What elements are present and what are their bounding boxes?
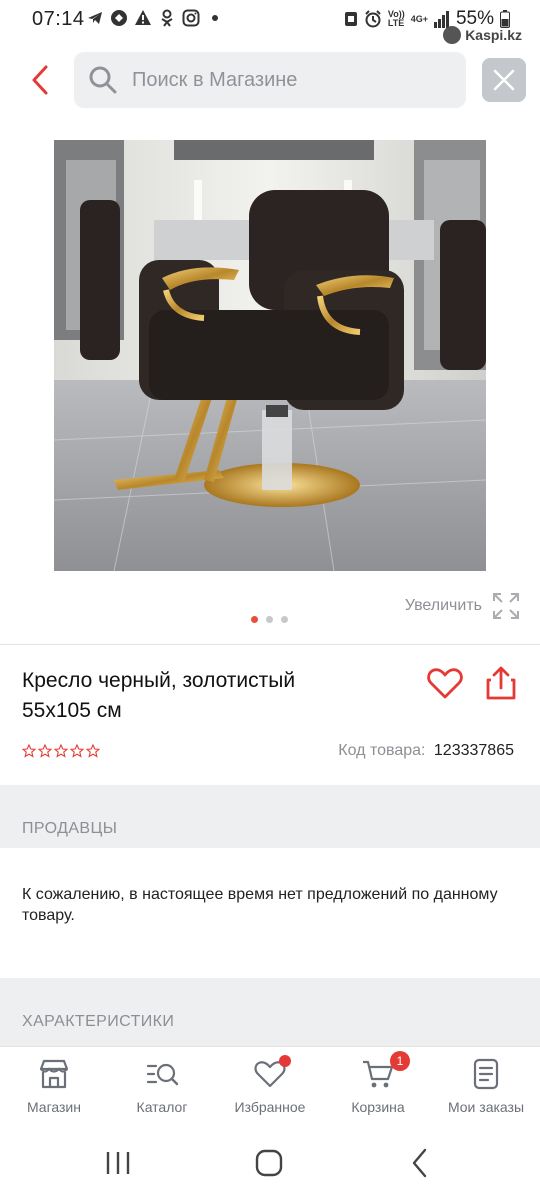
product-code-label: Код товара: bbox=[338, 742, 426, 759]
back-arrow-icon bbox=[32, 65, 48, 95]
star-empty-icon bbox=[86, 744, 100, 758]
pagination-dot[interactable] bbox=[281, 616, 288, 623]
specs-title: ХАРАКТЕРИСТИКИ bbox=[22, 1013, 175, 1030]
star-empty-icon bbox=[38, 744, 52, 758]
close-button[interactable] bbox=[482, 58, 526, 102]
rating-stars[interactable] bbox=[22, 744, 100, 758]
nfc-icon bbox=[344, 12, 357, 26]
cart-badge: 1 bbox=[390, 1051, 410, 1071]
divider bbox=[0, 644, 540, 645]
product-code-value: 123337865 bbox=[433, 742, 514, 759]
no-offers-message: К сожалению, в настоящее время нет предл… bbox=[22, 886, 498, 924]
recent-apps-button[interactable] bbox=[98, 1146, 138, 1180]
search-placeholder: Поиск в Магазине bbox=[132, 68, 298, 91]
add-to-favorites-button[interactable] bbox=[426, 664, 464, 702]
gallery-pagination bbox=[251, 616, 288, 623]
network-label: 4G+ bbox=[410, 14, 428, 24]
nav-item-orders[interactable]: Мои заказы bbox=[432, 1047, 540, 1126]
product-code: Код товара: 123337865 bbox=[338, 742, 514, 760]
pagination-dot-active[interactable] bbox=[251, 616, 258, 623]
product-image[interactable] bbox=[54, 140, 486, 571]
expand-icon bbox=[493, 593, 519, 619]
instagram-icon bbox=[182, 9, 200, 27]
close-icon bbox=[493, 69, 515, 91]
nav-label-catalog: Каталог bbox=[136, 1099, 188, 1115]
nav-label-cart: Корзина bbox=[351, 1099, 405, 1115]
home-icon bbox=[255, 1149, 283, 1177]
nav-item-catalog[interactable]: Каталог bbox=[108, 1047, 216, 1126]
odnoklassniki-icon bbox=[161, 9, 173, 27]
system-navigation-bar bbox=[0, 1126, 540, 1200]
nav-label-orders: Мои заказы bbox=[447, 1099, 525, 1115]
star-empty-icon bbox=[54, 744, 68, 758]
status-time: 07:14 bbox=[32, 8, 85, 30]
specs-section-header[interactable]: ХАРАКТЕРИСТИКИ bbox=[0, 978, 540, 1046]
nav-label-favorites: Избранное bbox=[234, 1099, 306, 1115]
search-icon bbox=[89, 66, 117, 94]
status-bar: 07:14 Vo)) LTE 4G+ 55% Kaspi.kz bbox=[0, 0, 540, 44]
star-empty-icon bbox=[70, 744, 84, 758]
nav-item-cart[interactable]: 1 Корзина bbox=[324, 1047, 432, 1126]
zoom-button[interactable]: Увеличить bbox=[405, 592, 520, 620]
kaspi-logo: Kaspi.kz bbox=[443, 26, 522, 44]
bottom-navigation: Магазин Каталог Избранное 1 Корзина Мои … bbox=[0, 1046, 540, 1126]
product-title-line2: 55x105 см bbox=[22, 699, 122, 722]
nav-item-store[interactable]: Магазин bbox=[0, 1047, 108, 1126]
app-notification-icon bbox=[111, 10, 127, 26]
nav-label-store: Магазин bbox=[26, 1099, 81, 1115]
warning-icon bbox=[135, 10, 151, 25]
orders-icon bbox=[473, 1058, 499, 1090]
zoom-label: Увеличить bbox=[404, 597, 482, 614]
pagination-dot[interactable] bbox=[266, 616, 273, 623]
more-dot-icon bbox=[212, 15, 218, 21]
product-title: Кресло черный, золотистый 55x105 см bbox=[22, 666, 392, 726]
nav-item-favorites[interactable]: Избранное bbox=[216, 1047, 324, 1126]
volte-label: Vo)) LTE bbox=[387, 9, 405, 28]
sellers-title: ПРОДАВЦЫ bbox=[22, 820, 118, 837]
recent-apps-icon bbox=[106, 1152, 130, 1174]
kaspi-brand: Kaspi.kz bbox=[465, 27, 522, 43]
barber-chair-photo bbox=[54, 140, 486, 571]
notification-icons bbox=[86, 9, 224, 27]
product-title-line1: Кресло черный, золотистый bbox=[22, 669, 296, 692]
catalog-search-icon bbox=[146, 1063, 179, 1086]
kaspi-logo-icon bbox=[443, 26, 462, 44]
favorites-indicator-dot bbox=[279, 1055, 291, 1067]
back-button[interactable] bbox=[22, 60, 58, 100]
star-empty-icon bbox=[22, 744, 36, 758]
system-back-button[interactable] bbox=[400, 1146, 440, 1180]
home-button[interactable] bbox=[249, 1146, 289, 1180]
header: Поиск в Магазине bbox=[0, 50, 540, 110]
sellers-section-header: ПРОДАВЦЫ bbox=[0, 785, 540, 848]
telegram-icon bbox=[88, 12, 102, 24]
share-icon bbox=[486, 666, 516, 700]
store-icon bbox=[39, 1059, 69, 1089]
system-back-icon bbox=[412, 1148, 427, 1178]
search-input[interactable]: Поиск в Магазине bbox=[74, 52, 466, 108]
heart-icon bbox=[427, 668, 463, 699]
share-button[interactable] bbox=[484, 664, 518, 702]
alarm-icon bbox=[365, 10, 381, 28]
